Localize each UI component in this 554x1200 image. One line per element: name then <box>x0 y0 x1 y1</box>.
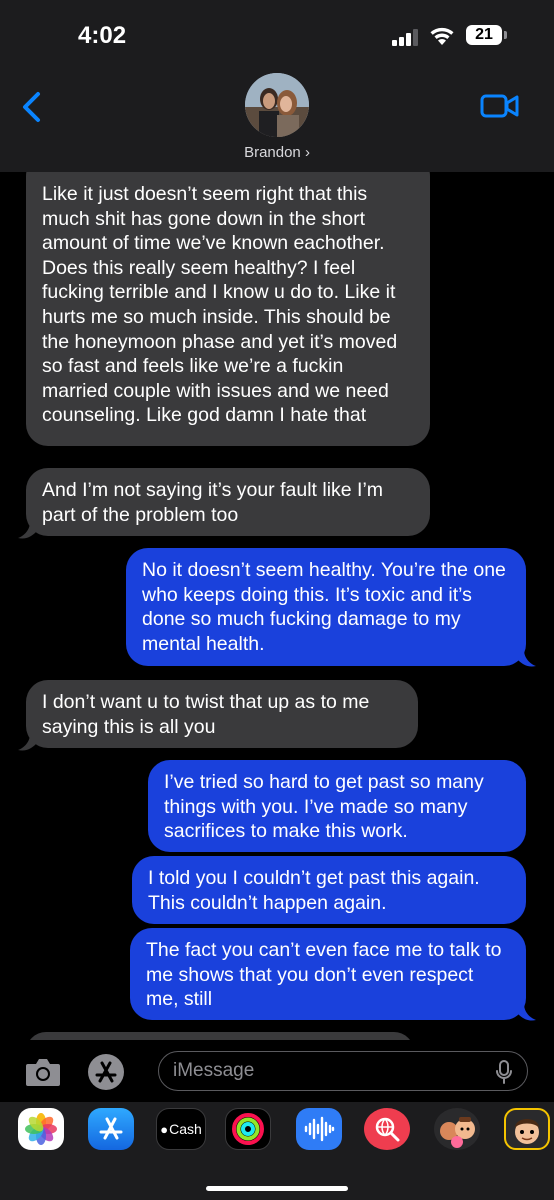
message-text: I told you I couldn’t get past this agai… <box>148 867 480 914</box>
apple-logo-icon: ● <box>160 1121 169 1137</box>
image-search-app-icon[interactable] <box>364 1108 410 1150</box>
battery-tip <box>504 31 507 39</box>
contact-name[interactable]: Brandon › <box>0 144 554 161</box>
message-bubble-outgoing[interactable]: No it doesn’t seem healthy. You’re the o… <box>126 548 526 666</box>
app-store-drawer-button[interactable] <box>88 1054 124 1090</box>
message-text: And I’m not saying it’s your fault like … <box>42 479 384 526</box>
message-bubble-outgoing[interactable]: The fact you can’t even face me to talk … <box>130 928 526 1020</box>
wifi-icon <box>430 27 454 45</box>
bubble-tail <box>518 1004 536 1021</box>
message-text: Like it just doesn’t seem right that thi… <box>42 183 398 427</box>
message-bubble-incoming[interactable] <box>26 1032 414 1040</box>
compose-bar <box>0 1040 554 1102</box>
message-bubble-incoming[interactable]: Like it just doesn’t seem right that thi… <box>26 172 430 446</box>
conversation-header: 4:02 21 Brandon › <box>0 0 554 172</box>
app-store-a-icon <box>99 1117 123 1140</box>
photos-app-icon[interactable] <box>18 1108 64 1150</box>
message-bubble-incoming[interactable]: I don’t want u to twist that up as to me… <box>26 680 418 748</box>
cellular-signal-icon <box>392 28 422 46</box>
app-store-app-icon[interactable] <box>88 1108 134 1150</box>
memoji-face-icon <box>515 1119 539 1144</box>
cash-label: Cash <box>169 1121 202 1137</box>
battery-level: 21 <box>466 25 502 45</box>
message-text: I don’t want u to twist that up as to me… <box>42 691 370 738</box>
memoji-app-icon[interactable] <box>434 1108 480 1150</box>
memoji-faces-icon <box>440 1117 475 1148</box>
home-indicator[interactable] <box>206 1186 348 1191</box>
globe-search-icon <box>375 1117 400 1142</box>
apple-cash-app-icon[interactable]: ● Cash <box>156 1108 206 1150</box>
bubble-tail <box>18 734 36 751</box>
facetime-video-icon[interactable] <box>480 92 520 120</box>
waveform-icon <box>304 1116 335 1142</box>
photos-flower-icon <box>25 1113 57 1145</box>
imessage-input[interactable] <box>158 1051 528 1091</box>
camera-icon[interactable] <box>24 1056 62 1088</box>
bubble-tail <box>518 650 536 667</box>
message-text: The fact you can’t even face me to talk … <box>146 939 502 1011</box>
message-thread[interactable]: Like it just doesn’t seem right that thi… <box>0 172 554 1040</box>
memoji-app-2-icon[interactable] <box>504 1108 550 1150</box>
activity-rings-icon <box>232 1113 264 1145</box>
app-store-icon <box>95 1061 117 1083</box>
message-text: I’ve tried so hard to get past so many t… <box>164 771 484 843</box>
message-bubble-outgoing[interactable]: I told you I couldn’t get past this agai… <box>132 856 526 924</box>
message-text: No it doesn’t seem healthy. You’re the o… <box>142 559 506 655</box>
message-bubble-incoming[interactable]: And I’m not saying it’s your fault like … <box>26 468 430 536</box>
message-bubble-outgoing[interactable]: I’ve tried so hard to get past so many t… <box>148 760 526 852</box>
contact-avatar[interactable] <box>245 73 309 137</box>
audio-message-app-icon[interactable] <box>296 1108 342 1150</box>
avatar-photo <box>245 73 309 137</box>
status-time: 4:02 <box>78 22 127 49</box>
bubble-tail <box>18 522 36 539</box>
microphone-icon[interactable] <box>495 1060 513 1084</box>
fitness-app-icon[interactable] <box>225 1108 271 1150</box>
back-chevron-icon[interactable] <box>18 90 48 124</box>
